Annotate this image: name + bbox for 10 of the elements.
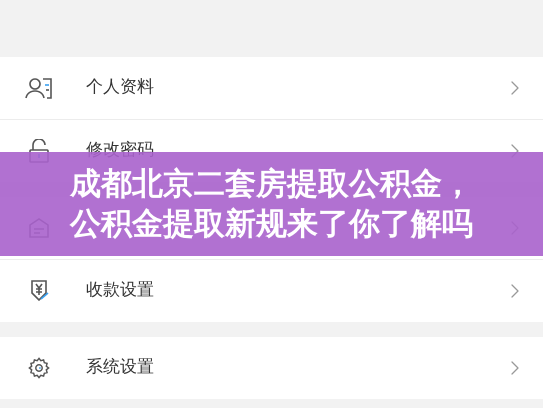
settings-icon — [28, 357, 50, 379]
banner-title-line: 公积金提取新规来了你了解吗 — [70, 205, 473, 244]
yen-icon — [28, 280, 50, 302]
menu-label: 个人资料 — [86, 76, 154, 100]
menu-item[interactable]: 系统设置 — [0, 337, 543, 399]
menu-item[interactable]: 个人资料 — [0, 57, 543, 119]
menu-label: 收款设置 — [86, 279, 154, 302]
menu-label: 系统设置 — [86, 356, 154, 380]
menu-item[interactable]: 收款设置 — [0, 260, 543, 322]
profile-card-icon — [25, 77, 53, 99]
